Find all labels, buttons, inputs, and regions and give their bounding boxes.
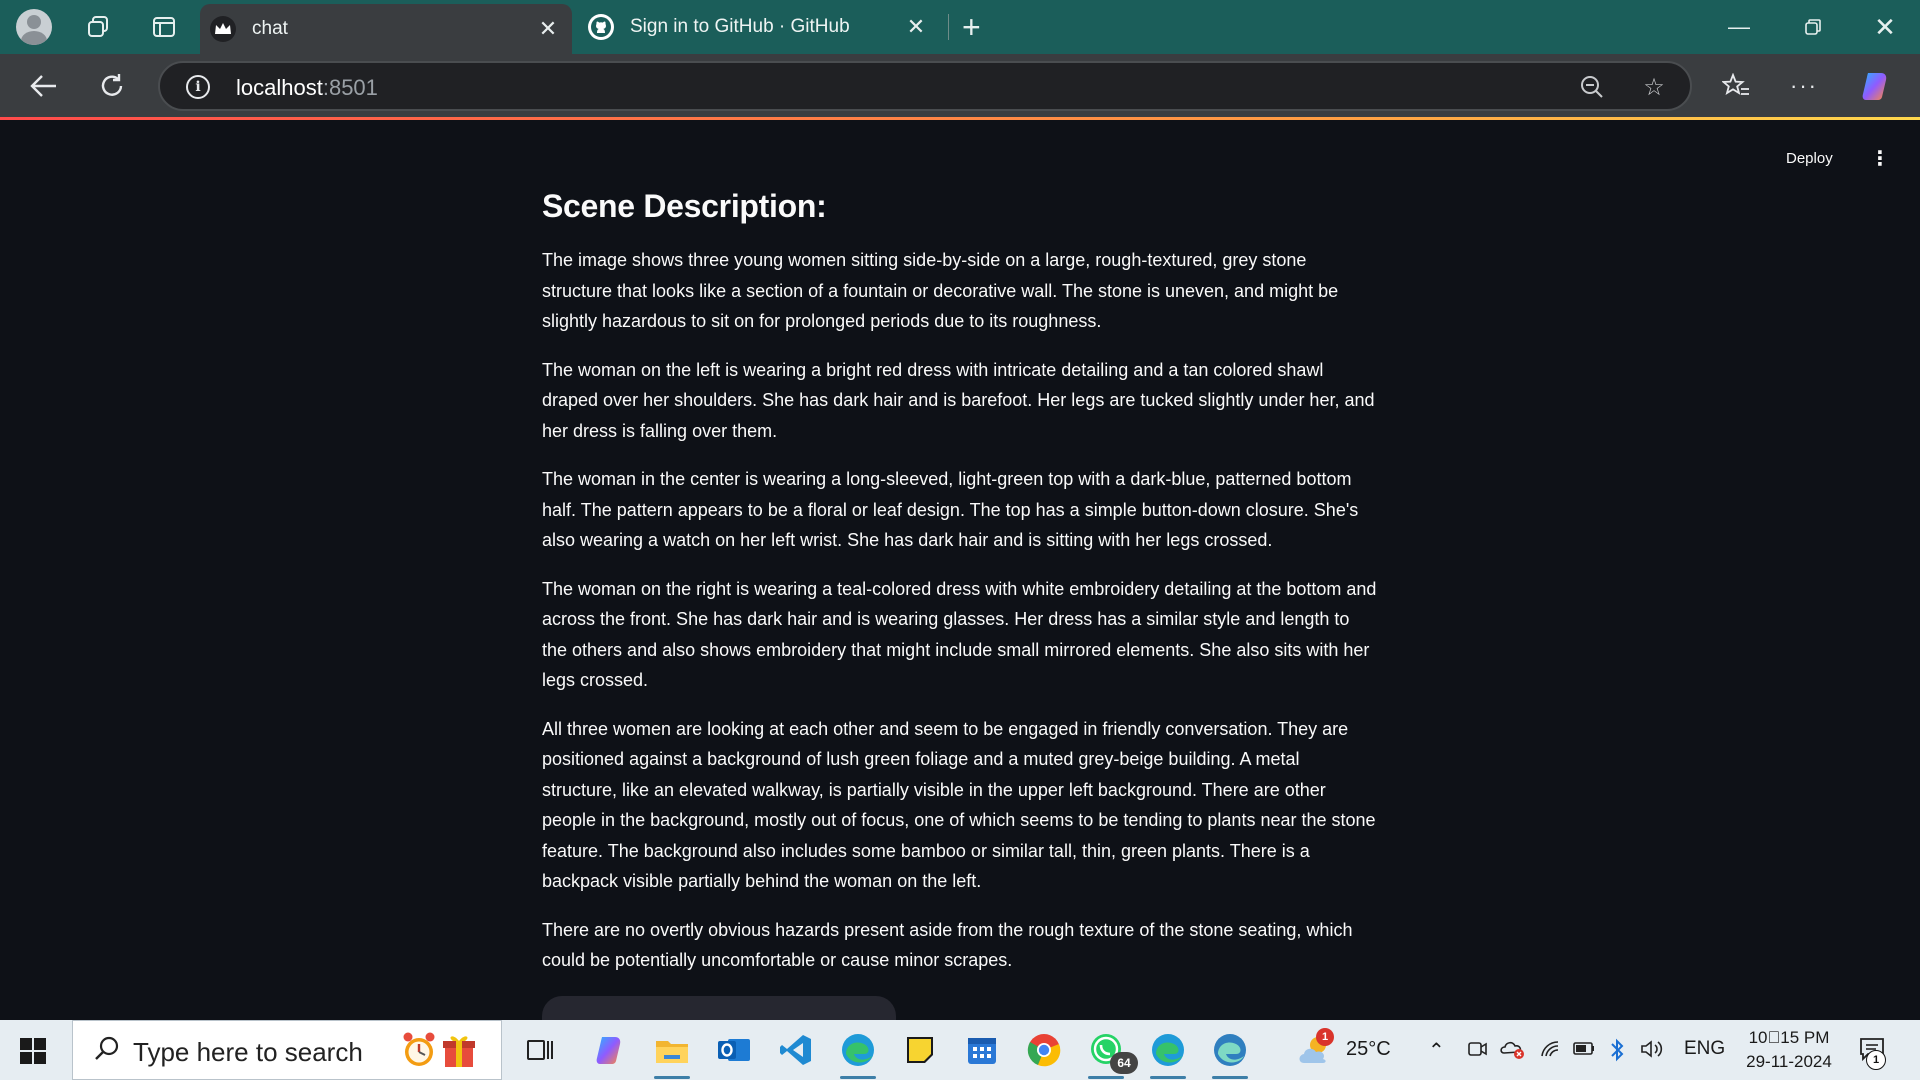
restore-icon[interactable] xyxy=(1790,10,1836,44)
whatsapp-unread-badge: 64 xyxy=(1110,1052,1138,1074)
refresh-icon[interactable] xyxy=(94,68,130,104)
workspaces-icon[interactable] xyxy=(82,11,114,43)
browser-titlebar: chat ✕ Sign in to GitHub · GitHub ✕ + — … xyxy=(0,0,1920,54)
description-paragraph: All three women are looking at each othe… xyxy=(542,718,1376,892)
clock[interactable]: 10 15 PM 29-11-2024 xyxy=(1734,1026,1844,1074)
active-app-indicator xyxy=(1212,1076,1248,1079)
tab-title: Sign in to GitHub · GitHub xyxy=(630,16,850,37)
bluetooth-icon[interactable] xyxy=(1608,1038,1626,1068)
windows-taskbar: Type here to search 64 xyxy=(0,1020,1920,1080)
clock-time: 10 15 PM xyxy=(1748,1028,1830,1047)
profile-avatar[interactable] xyxy=(16,9,52,45)
language-indicator[interactable]: ENG xyxy=(1684,1038,1725,1060)
address-bar[interactable]: i localhost:8501 ☆ xyxy=(158,61,1692,111)
wifi-icon[interactable] xyxy=(1540,1038,1562,1066)
github-icon xyxy=(588,14,614,40)
streamlit-app: Deploy ⋮ Scene Description: The image sh… xyxy=(0,120,1920,1036)
temperature-text[interactable]: 25°C xyxy=(1346,1038,1391,1061)
notification-count-badge: 1 xyxy=(1866,1050,1886,1070)
minimize-icon[interactable]: — xyxy=(1716,10,1762,44)
streamlit-crown-icon xyxy=(210,16,236,42)
outlook-icon[interactable] xyxy=(714,1030,754,1070)
active-app-indicator xyxy=(840,1076,876,1079)
main-content: Scene Description: The image shows three… xyxy=(542,188,1378,994)
description-paragraph: The woman on the right is wearing a teal… xyxy=(542,578,1377,691)
vscode-icon[interactable] xyxy=(776,1030,816,1070)
more-options-icon[interactable]: ··· xyxy=(1786,68,1822,104)
onedrive-error-icon[interactable] xyxy=(1500,1038,1526,1066)
url-text[interactable]: localhost:8501 xyxy=(236,75,378,101)
search-icon xyxy=(93,1035,121,1070)
description-paragraph: There are no overtly obvious hazards pre… xyxy=(542,919,1353,971)
show-hidden-icons-chevron-icon[interactable]: ⌃ xyxy=(1428,1038,1445,1063)
task-view-icon[interactable] xyxy=(520,1030,560,1070)
description-paragraph: The woman on the left is wearing a brigh… xyxy=(542,359,1375,441)
close-tab-icon[interactable]: ✕ xyxy=(902,14,930,40)
active-app-indicator xyxy=(1150,1076,1186,1079)
alarm-clock-icon[interactable] xyxy=(399,1030,439,1070)
volume-icon[interactable] xyxy=(1640,1038,1664,1066)
calendar-icon[interactable] xyxy=(962,1030,1002,1070)
favorite-star-icon[interactable]: ☆ xyxy=(1640,73,1668,101)
description-paragraph: The woman in the center is wearing a lon… xyxy=(542,469,1359,550)
sticky-notes-icon[interactable] xyxy=(900,1030,940,1070)
tab-github[interactable]: Sign in to GitHub · GitHub ✕ xyxy=(580,0,940,54)
file-explorer-icon[interactable] xyxy=(652,1030,692,1070)
description-paragraph: The image shows three young women sittin… xyxy=(542,250,1339,331)
copilot-taskbar-icon[interactable] xyxy=(590,1030,630,1070)
windows-start-icon[interactable] xyxy=(20,1038,46,1064)
tab-separator xyxy=(948,14,949,40)
deploy-button[interactable]: Deploy xyxy=(1786,150,1833,167)
active-app-indicator xyxy=(654,1076,690,1079)
back-arrow-icon[interactable] xyxy=(26,68,62,104)
close-window-icon[interactable]: ✕ xyxy=(1862,10,1908,44)
clock-date: 29-11-2024 xyxy=(1746,1052,1832,1071)
site-info-icon[interactable]: i xyxy=(186,75,210,99)
meet-now-icon[interactable] xyxy=(1466,1038,1488,1066)
weather-alert-badge: 1 xyxy=(1316,1028,1334,1046)
zoom-out-icon[interactable] xyxy=(1578,73,1606,101)
search-placeholder: Type here to search xyxy=(133,1037,363,1067)
new-tab-plus-icon[interactable]: + xyxy=(962,9,981,46)
tab-actions-icon[interactable] xyxy=(148,11,180,43)
browser-toolbar: i localhost:8501 ☆ ··· xyxy=(0,54,1920,118)
tab-title: chat xyxy=(252,18,288,39)
page-heading: Scene Description: xyxy=(542,188,827,224)
edge-icon[interactable] xyxy=(838,1030,878,1070)
edge-beta-icon[interactable] xyxy=(1210,1030,1250,1070)
gift-icon[interactable] xyxy=(439,1030,479,1070)
edge-profile-icon[interactable] xyxy=(1148,1030,1188,1070)
battery-icon[interactable] xyxy=(1572,1038,1596,1064)
chrome-icon[interactable] xyxy=(1024,1030,1064,1070)
taskbar-search-box[interactable]: Type here to search xyxy=(72,1020,502,1080)
tab-chat[interactable]: chat ✕ xyxy=(200,4,572,54)
close-tab-icon[interactable]: ✕ xyxy=(534,16,562,42)
active-app-indicator xyxy=(1088,1076,1124,1079)
main-menu-icon[interactable]: ⋮ xyxy=(1870,146,1890,171)
copilot-icon[interactable] xyxy=(1858,68,1894,104)
favorites-icon[interactable] xyxy=(1718,68,1754,104)
